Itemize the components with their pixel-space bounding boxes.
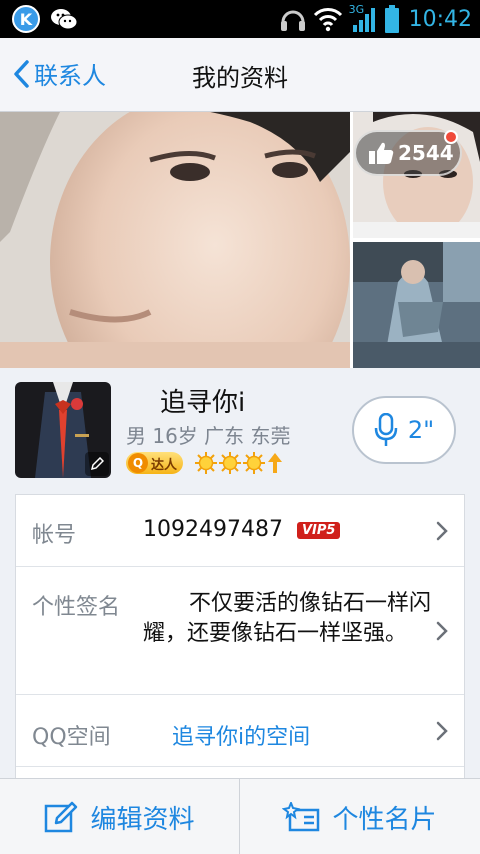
- photo-thumb-2[interactable]: [353, 242, 480, 368]
- profile-meta: 男 16岁 广东 东莞: [126, 424, 291, 448]
- bottom-action-bar: 编辑资料 个性名片: [0, 778, 480, 854]
- nav-bar: 联系人 我的资料: [0, 38, 480, 112]
- medal-icon: Q: [128, 453, 148, 473]
- like-count: 2544: [398, 141, 454, 165]
- battery-icon: [384, 5, 399, 33]
- signature-value: 不仅要活的像钻石一样闪耀，还要像钻石一样坚强。: [143, 591, 432, 646]
- signature-label: 个性签名: [32, 595, 121, 620]
- badge-row[interactable]: Q 达人: [126, 452, 283, 474]
- page-title: 我的资料: [192, 64, 288, 92]
- account-row[interactable]: 帐号 1092497487 VIP5: [16, 495, 464, 567]
- avatar-edit-icon[interactable]: [85, 452, 109, 476]
- edit-icon: [45, 801, 78, 833]
- status-time: 10:42: [408, 6, 472, 32]
- qzone-label: QQ空间: [32, 725, 111, 750]
- business-card-button[interactable]: 个性名片: [240, 779, 479, 854]
- chevron-right-icon: [436, 521, 448, 541]
- wifi-icon: [313, 8, 342, 32]
- voice-duration: 2": [407, 416, 435, 444]
- signature-row[interactable]: 个性签名 不仅要活的像钻石一样闪耀，还要像钻石一样坚强。: [16, 567, 464, 695]
- account-value-wrap: 1092497487 VIP5: [143, 517, 341, 542]
- edit-profile-label: 编辑资料: [90, 804, 195, 835]
- thumbs-up-icon: [369, 142, 394, 164]
- edit-profile-button[interactable]: 编辑资料: [0, 779, 239, 854]
- like-badge[interactable]: 2544: [354, 130, 462, 176]
- up-arrow-icon: [268, 453, 283, 473]
- business-card-label: 个性名片: [332, 804, 437, 835]
- status-bar: K 3G 10:42: [0, 0, 480, 38]
- avatar[interactable]: [15, 382, 111, 478]
- chevron-right-icon: [436, 721, 448, 741]
- account-number: 1092497487: [143, 517, 283, 542]
- sun-icon: [195, 452, 218, 474]
- daren-label: 达人: [151, 457, 178, 473]
- qzone-link[interactable]: 追寻你i的空间: [172, 719, 310, 751]
- unread-dot: [444, 130, 458, 144]
- k-app-icon: K: [12, 5, 40, 33]
- account-label: 帐号: [32, 523, 77, 548]
- wechat-icon: [51, 9, 78, 30]
- signal-icon: 3G: [349, 3, 379, 33]
- sun-icon: [219, 452, 242, 474]
- sun-icon: [243, 452, 266, 474]
- svg-text:K: K: [20, 10, 33, 29]
- main-photo[interactable]: [0, 112, 350, 368]
- nickname: 追寻你i: [160, 388, 246, 418]
- chevron-right-icon: [436, 621, 448, 641]
- vip-badge: VIP5: [296, 521, 341, 539]
- qzone-row[interactable]: QQ空间 追寻你i的空间: [16, 695, 464, 767]
- profile-header: 追寻你i 男 16岁 广东 东莞 Q 达人 2": [0, 368, 480, 492]
- card-sparkle-icon: [282, 802, 320, 832]
- headset-icon: [280, 10, 305, 31]
- voice-intro-button[interactable]: 2": [352, 396, 456, 464]
- info-list: 帐号 1092497487 VIP5 个性签名 不仅要活的像钻石一样闪耀，还要像钻…: [15, 494, 465, 784]
- daren-badge: Q 达人: [126, 452, 184, 474]
- microphone-icon: [374, 413, 398, 446]
- photo-wall: 2544: [0, 112, 480, 368]
